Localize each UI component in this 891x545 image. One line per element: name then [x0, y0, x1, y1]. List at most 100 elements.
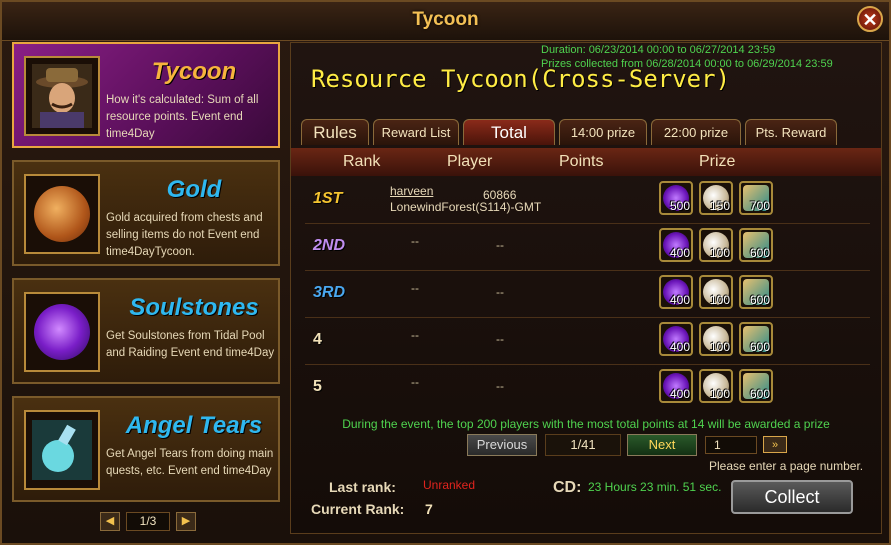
tab-total[interactable]: Total [463, 119, 555, 145]
rank-label: 5 [313, 378, 322, 395]
tycoon-portrait-icon [24, 56, 100, 136]
next-page-button[interactable]: ▶ [176, 512, 196, 531]
prize-qty: 100 [709, 387, 730, 401]
prize-qty: 600 [749, 340, 770, 354]
points-value: -- [496, 379, 504, 393]
last-rank-label: Last rank: [329, 479, 396, 495]
table-row: 1ST harveen LonewindForest(S114)-GMT 608… [305, 177, 870, 224]
header-prize: Prize [699, 153, 736, 170]
event-panel: Duration: 06/23/2014 00:00 to 06/27/2014… [290, 42, 882, 534]
prize-angel-tears[interactable]: 700 [739, 181, 773, 215]
prize-qty: 400 [669, 293, 690, 307]
double-chevron-right-icon: » [771, 439, 779, 451]
rank-label: 1ST [313, 190, 343, 207]
category-name: Angel Tears [125, 412, 263, 439]
prize-qty: 400 [669, 340, 690, 354]
prev-page-button[interactable]: ◀ [100, 512, 120, 531]
prize-soulstone[interactable]: 500 [659, 181, 693, 215]
player-name-link[interactable]: harveen [390, 183, 541, 199]
prize-soulstone[interactable]: 400 [659, 322, 693, 356]
page-number-input[interactable] [705, 436, 757, 454]
prize-angel-tears[interactable]: 600 [739, 369, 773, 403]
tab-pts-reward[interactable]: Pts. Reward [745, 119, 837, 145]
player-value: -- [411, 281, 419, 295]
header-rank: Rank [343, 153, 381, 170]
previous-page-button[interactable]: Previous [467, 434, 537, 456]
category-soulstones[interactable]: Soulstones Get Soulstones from Tidal Poo… [12, 278, 280, 384]
event-title: Resource Tycoon(Cross-Server) [311, 65, 731, 93]
prize-qty: 500 [669, 199, 690, 213]
tab-2200-prize[interactable]: 22:00 prize [651, 119, 741, 145]
category-page-indicator: 1/3 [126, 512, 170, 531]
page-hint: Please enter a page number. [709, 459, 864, 473]
table-row: 5 -- -- 400 100 600 [305, 365, 870, 411]
prize-qty: 150 [709, 199, 730, 213]
prize-qty: 700 [749, 199, 770, 213]
table-header: Rank Player Points Prize [291, 148, 881, 176]
table-row: 2ND -- -- 400 100 600 [305, 224, 870, 271]
prize-angel-tears[interactable]: 600 [739, 275, 773, 309]
table-row: 3RD -- -- 400 100 600 [305, 271, 870, 318]
prize-pearl[interactable]: 100 [699, 228, 733, 262]
points-value: -- [496, 238, 504, 252]
tycoon-window: Tycoon ✕ Tycoon How it's calculated: Sum… [0, 0, 891, 545]
category-name: Soulstones [129, 294, 259, 321]
category-gold[interactable]: Gold Gold acquired from chests and selli… [12, 160, 280, 266]
go-page-button[interactable]: » [763, 436, 787, 453]
prize-angel-tears[interactable]: 600 [739, 322, 773, 356]
tab-rules[interactable]: Rules [301, 119, 369, 145]
close-button[interactable]: ✕ [857, 6, 883, 32]
points-value: 60866 [483, 188, 517, 202]
category-pager: ◀ 1/3 ▶ [100, 512, 196, 531]
prize-soulstone[interactable]: 400 [659, 228, 693, 262]
rank-label: 3RD [313, 284, 346, 301]
prize-pearl[interactable]: 150 [699, 181, 733, 215]
page-indicator: 1/41 [545, 434, 621, 456]
category-sidebar: Tycoon How it's calculated: Sum of all r… [12, 42, 282, 542]
prize-soulstone[interactable]: 400 [659, 369, 693, 403]
tab-reward-list[interactable]: Reward List [373, 119, 459, 145]
prize-qty: 600 [749, 387, 770, 401]
current-rank-label: Current Rank: [311, 501, 405, 517]
tab-bar: Rules Reward List Total 14:00 prize 22:0… [301, 119, 837, 147]
player-value: -- [411, 234, 419, 248]
player-value: -- [411, 375, 419, 389]
header-player: Player [447, 153, 493, 170]
category-desc: Gold acquired from chests and selling it… [106, 212, 263, 258]
player-value: -- [411, 328, 419, 342]
points-value: -- [496, 285, 504, 299]
cd-label: CD: [553, 479, 582, 496]
points-value: -- [496, 332, 504, 346]
prize-qty: 400 [669, 246, 690, 260]
next-page-button[interactable]: Next [627, 434, 697, 456]
category-desc: Get Angel Tears from doing main quests, … [106, 448, 274, 477]
tab-1400-prize[interactable]: 14:00 prize [559, 119, 647, 145]
category-desc: How it's calculated: Sum of all resource… [106, 94, 259, 140]
chevron-left-icon: ◀ [105, 515, 115, 527]
prize-qty: 400 [669, 387, 690, 401]
last-rank-value: Unranked [423, 478, 476, 492]
prize-soulstone[interactable]: 400 [659, 275, 693, 309]
prize-pearl[interactable]: 100 [699, 275, 733, 309]
prize-angel-tears[interactable]: 600 [739, 228, 773, 262]
prize-qty: 600 [749, 246, 770, 260]
current-rank-value: 7 [425, 501, 433, 517]
rank-label: 4 [313, 331, 322, 348]
close-icon: ✕ [862, 10, 878, 30]
angel-tears-potion-icon [24, 410, 100, 490]
player-cell: harveen LonewindForest(S114)-GMT [390, 183, 541, 215]
category-tycoon[interactable]: Tycoon How it's calculated: Sum of all r… [12, 42, 280, 148]
chevron-right-icon: ▶ [181, 515, 191, 527]
category-angel-tears[interactable]: Angel Tears Get Angel Tears from doing m… [12, 396, 280, 502]
header-points: Points [559, 153, 604, 170]
soulstone-orb-icon [24, 292, 100, 372]
event-info-text: During the event, the top 200 players wi… [342, 417, 830, 431]
rank-label: 2ND [313, 237, 346, 254]
prize-qty: 100 [709, 246, 730, 260]
collect-button[interactable]: Collect [731, 480, 853, 514]
prize-qty: 600 [749, 293, 770, 307]
category-name: Tycoon [151, 58, 237, 85]
prize-pearl[interactable]: 100 [699, 369, 733, 403]
table-row: 4 -- -- 400 100 600 [305, 318, 870, 365]
prize-pearl[interactable]: 100 [699, 322, 733, 356]
